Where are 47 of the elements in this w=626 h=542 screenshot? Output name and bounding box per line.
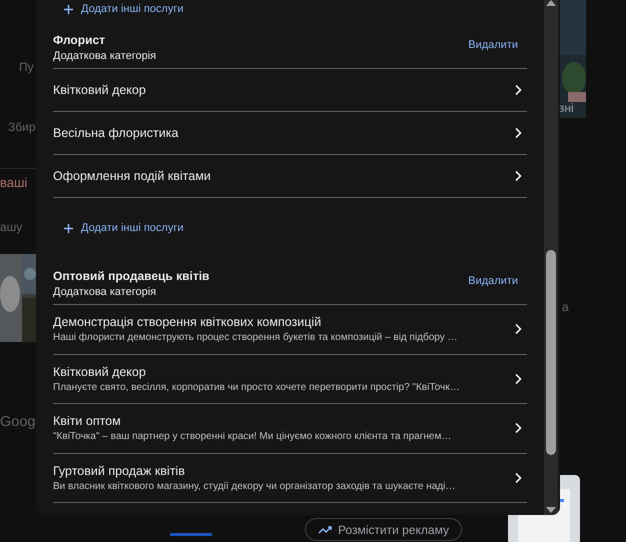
service-description: Наші флористи демонструють процес створення букетів та композицій – від підбору … [53,332,458,344]
service-item[interactable]: Квітковий декор [53,69,527,112]
add-services-link[interactable]: Додати інші послуги [53,3,184,15]
service-item[interactable]: Гуртовий продаж квітів Ви власник квіткового магазину, студії декору чи організатор заходів та шукаєте наді… [53,454,527,503]
service-item[interactable]: Квіти оптом "КвіТочка" – ваш партнер у створенні краси! Ми цінуємо кожного клієнта та прагнем… [53,404,527,454]
trend-icon [318,524,332,534]
scroll-down-icon [546,507,556,513]
category-subtitle: Додаткова категорія [53,286,158,298]
tab-underline [170,533,212,536]
service-item[interactable]: Весільна флористика [53,112,527,155]
service-name: Оформлення подій квітами [53,169,211,183]
service-description: Плануєте свято, весілля, корпоратив чи просто хочете перетворити простір? "КвіТочк… [53,382,460,393]
service-name: Весільна флористика [53,126,178,140]
plus-icon [63,4,74,14]
service-description: "КвіТочка" – ваш партнер у створенні краси! Ми цінуємо кожного клієнта та прагнем… [53,431,452,442]
category-subtitle: Додаткова категорія [53,50,156,62]
service-name: Квітковий декор [53,83,146,97]
category-title: Флорист [53,33,106,47]
chevron-right-icon [514,127,522,139]
remove-button[interactable]: Видалити [468,274,527,292]
chevron-right-icon [514,323,522,336]
page-text: Goog [0,414,36,430]
page-text: ашу [0,220,24,234]
category-title: Оптовий продавець квітів [53,269,210,283]
scroll-up-icon [546,0,556,6]
service-name: Демонстрація створення квіткових композицій [53,315,322,330]
ad-button[interactable]: Розмістити рекламу [305,518,462,541]
service-item[interactable]: Демонстрація створення квіткових композицій Наші флористи демонструють процес створення букетів та композицій – від підбору … [53,305,527,354]
plus-icon [63,222,74,234]
chevron-right-icon [514,170,522,182]
service-name: Квіти оптом [53,414,122,428]
chevron-right-icon [514,372,522,385]
scrollbar-thumb[interactable] [546,250,556,455]
page-text: а [562,300,570,314]
remove-button[interactable]: Видалити [468,38,527,56]
chevron-right-icon [514,472,522,484]
chevron-right-icon [514,84,522,96]
chevron-right-icon [514,422,522,434]
page-text: Збир [8,120,36,134]
page-text: Пу [19,60,35,74]
scrollbar[interactable] [544,0,558,515]
service-item[interactable]: Оформлення подій квітами [53,155,527,198]
service-name: Гуртовий продаж квітів [53,464,186,478]
add-services-link[interactable]: Додати інші послуги [53,222,184,234]
service-item[interactable]: Квітковий декор Плануєте свято, весілля, корпоратив чи просто хочете перетворити простір? "КвіТочк… [53,354,527,404]
service-name: Квітковий декор [53,364,147,379]
service-description: Ви власник квіткового магазину, студії декору чи організатор заходів та шукаєте наді… [53,480,456,492]
